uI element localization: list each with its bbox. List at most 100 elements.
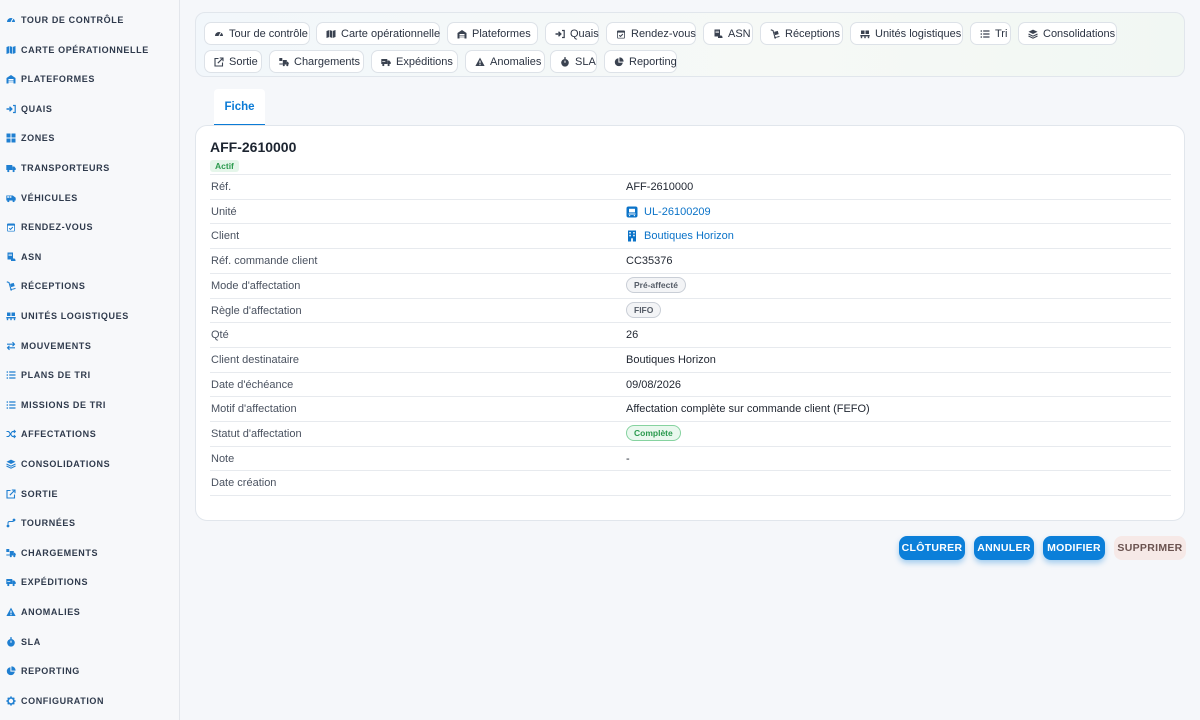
field-link-client[interactable]: Boutiques Horizon [626, 230, 734, 242]
field-row-note: Note - [210, 445, 1171, 471]
sidebar-item-rendez-vous[interactable]: RENDEZ-VOUS [0, 217, 180, 237]
shipping-icon [5, 577, 16, 588]
arrows-exchange-icon [5, 340, 16, 351]
warning-icon [5, 607, 16, 618]
van-icon [5, 192, 16, 203]
quicknav-quais-button[interactable]: Quais [545, 22, 599, 45]
sidebar-item-label: PLANS DE TRI [21, 370, 91, 381]
gear-icon [5, 695, 16, 706]
field-value-qte: 26 [626, 329, 639, 342]
field-row-motif-d-affectation: Motif d'affectation Affectation complète … [210, 396, 1171, 421]
sidebar-item-receptions[interactable]: RÉCEPTIONS [0, 276, 180, 296]
quicknav-reporting-button[interactable]: Reporting [604, 50, 677, 73]
field-label: Mode d'affectation [211, 279, 301, 292]
close-record-button[interactable]: CLÔTURER [899, 536, 965, 560]
sidebar-item-vehicules[interactable]: VÉHICULES [0, 188, 180, 208]
sidebar-item-label: TOUR DE CONTRÔLE [21, 15, 124, 25]
field-label: Réf. [211, 181, 232, 193]
quicknav-rendez-vous-button[interactable]: Rendez-vous [606, 22, 696, 45]
sidebar-item-chargements[interactable]: CHARGEMENTS [0, 543, 180, 563]
quicknav-chargements-button[interactable]: Chargements [269, 50, 364, 73]
shuffle-icon [5, 429, 16, 440]
gauge-icon [214, 28, 224, 39]
sidebar-item-plateformes[interactable]: PLATEFORMES [0, 69, 180, 89]
pallet-box-icon [626, 206, 638, 218]
tab-fiche[interactable]: Fiche [214, 89, 265, 126]
sidebar-item-mouvements[interactable]: MOUVEMENTS [0, 336, 180, 356]
sidebar-item-label: CONFIGURATION [21, 695, 105, 706]
export-icon [214, 56, 224, 67]
field-row-ref: Réf. AFF-2610000 [210, 174, 1171, 199]
quicknav-tri-button[interactable]: Tri [970, 22, 1011, 45]
quicknav-plateformes-button[interactable]: Plateformes [447, 22, 538, 45]
sidebar-item-asn[interactable]: ASN [0, 247, 180, 267]
sidebar-item-label: QUAIS [21, 103, 53, 114]
sidebar-item-tour-de-controle[interactable]: TOUR DE CONTRÔLE [0, 10, 180, 30]
truck-loading-icon [279, 56, 289, 67]
quicknav-sortie-button[interactable]: Sortie [204, 50, 262, 73]
quicknav-anomalies-button[interactable]: Anomalies [465, 50, 545, 73]
sidebar-item-label: SORTIE [21, 488, 59, 499]
field-label: Unité [211, 205, 237, 218]
field-value-client-destinataire: Boutiques Horizon [626, 353, 716, 366]
layers-icon [1028, 28, 1038, 39]
sidebar-item-missions-de-tri[interactable]: MISSIONS DE TRI [0, 395, 180, 415]
truck-loading-icon [5, 547, 16, 558]
sidebar-item-plans-de-tri[interactable]: PLANS DE TRI [0, 365, 180, 385]
quicknav-tour-de-controle-button[interactable]: Tour de contrôle [204, 22, 310, 45]
sidebar-item-consolidations[interactable]: CONSOLIDATIONS [0, 454, 180, 474]
sidebar-item-label: VÉHICULES [21, 192, 78, 203]
quicknav-label: Réceptions [785, 27, 841, 40]
quicknav-label: SLA [575, 55, 596, 68]
pallet-icon [5, 311, 16, 322]
field-link-unite[interactable]: UL-26100209 [626, 206, 711, 218]
quicknav-label: Unités logistiques [875, 27, 962, 40]
sidebar-item-label: UNITÉS LOGISTIQUES [21, 311, 129, 321]
quicknav-asn-button[interactable]: ASN [703, 22, 753, 45]
edit-button[interactable]: MODIFIER [1043, 536, 1105, 560]
building-icon [626, 230, 638, 242]
sidebar-item-unites-logistiques[interactable]: UNITÉS LOGISTIQUES [0, 306, 180, 326]
delete-button[interactable]: SUPPRIMER [1114, 536, 1186, 560]
sidebar-item-tournees[interactable]: TOURNÉES [0, 513, 180, 533]
quicknav-label: Tri [995, 27, 1008, 40]
dolly-icon [5, 281, 16, 292]
sidebar-item-sla[interactable]: SLA [0, 632, 180, 652]
sidebar-item-transporteurs[interactable]: TRANSPORTEURS [0, 158, 180, 178]
quicknav-receptions-button[interactable]: Réceptions [760, 22, 843, 45]
field-label: Motif d'affectation [211, 403, 297, 416]
sidebar-item-expeditions[interactable]: EXPÉDITIONS [0, 572, 180, 592]
quicknav-carte-operationnelle-button[interactable]: Carte opérationnelle [316, 22, 440, 45]
quicknav-consolidations-button[interactable]: Consolidations [1018, 22, 1117, 45]
sidebar-item-zones[interactable]: ZONES [0, 128, 180, 148]
quicknav-expeditions-button[interactable]: Expéditions [371, 50, 458, 73]
cancel-button[interactable]: ANNULER [974, 536, 1034, 560]
sidebar-item-affectations[interactable]: AFFECTATIONS [0, 424, 180, 444]
sidebar-item-sortie[interactable]: SORTIE [0, 484, 180, 504]
sidebar-item-reporting[interactable]: REPORTING [0, 661, 180, 681]
truck-icon [5, 163, 16, 174]
sidebar-item-quais[interactable]: QUAIS [0, 99, 180, 119]
field-row-date-d-echeance: Date d'échéance 09/08/2026 [210, 371, 1171, 397]
field-value-note: - [626, 452, 630, 465]
stopwatch-icon [560, 56, 570, 67]
layers-icon [5, 459, 16, 470]
export-icon [5, 488, 16, 499]
quicknav-label: ASN [728, 27, 751, 40]
sidebar-item-configuration[interactable]: CONFIGURATION [0, 691, 180, 711]
field-row-regle-d-affectation: Règle d'affectation FIFO [210, 297, 1171, 323]
quicknav-label: Reporting [629, 55, 677, 68]
quicknav-sla-button[interactable]: SLA [550, 50, 597, 73]
document-truck-icon [5, 251, 16, 262]
field-row-client: Client Boutiques Horizon [210, 223, 1171, 248]
calendar-check-icon [5, 222, 16, 233]
quicknav-label: Rendez-vous [631, 27, 696, 40]
sidebar-item-label: MOUVEMENTS [21, 340, 92, 351]
quicknav-unites-logistiques-button[interactable]: Unités logistiques [850, 22, 963, 45]
field-pill-statut-d-affectation: Complète [626, 425, 681, 441]
field-row-mode-d-affectation: Mode d'affectation Pré-affecté [210, 272, 1171, 298]
sidebar-item-label: CONSOLIDATIONS [21, 459, 111, 469]
sidebar-item-carte-operationnelle[interactable]: CARTE OPÉRATIONNELLE [0, 40, 180, 60]
sidebar-item-label: REPORTING [21, 666, 80, 677]
sidebar-item-anomalies[interactable]: ANOMALIES [0, 602, 180, 622]
